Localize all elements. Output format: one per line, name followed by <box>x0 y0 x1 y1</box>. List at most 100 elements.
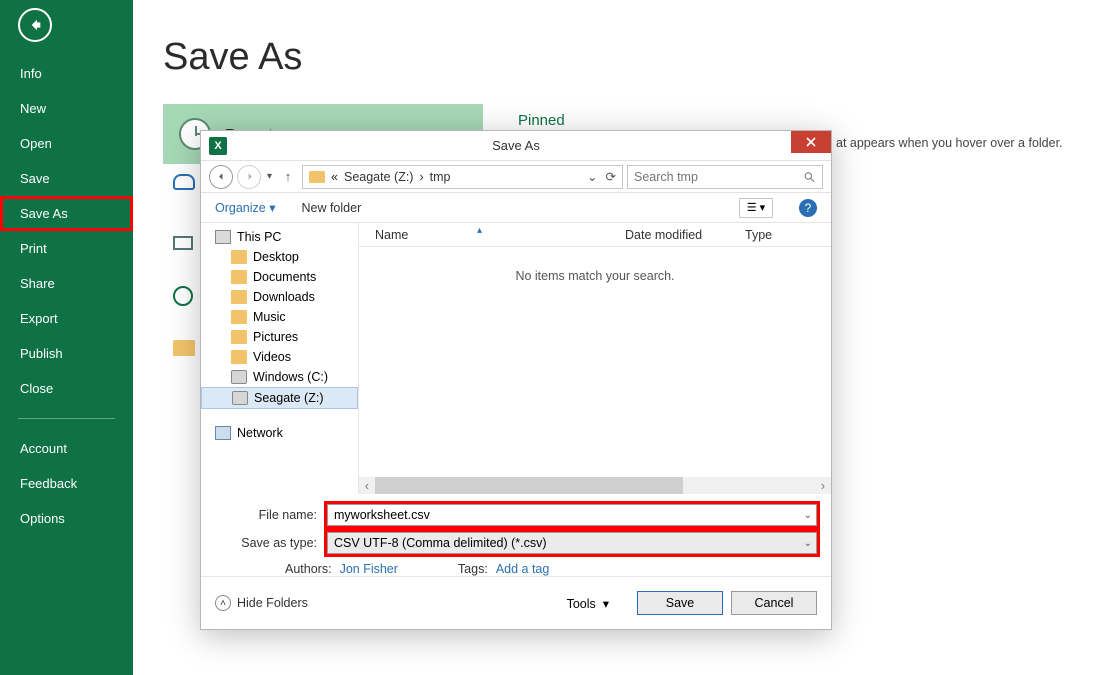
dialog-toolbar: Organize ▾ New folder ☰ ▾ ? <box>201 193 831 223</box>
folder-tree: This PC Desktop Documents Downloads Musi… <box>201 223 359 494</box>
dialog-navbar: ▾ ↑ « Seagate (Z:) › tmp ⌄ ⟳ <box>201 161 831 193</box>
search-input[interactable] <box>634 170 799 184</box>
pin-hover-hint: at appears when you hover over a folder. <box>836 136 1063 150</box>
column-headers: Name▴ Date modified Type <box>359 223 831 247</box>
file-list-area: Name▴ Date modified Type No items match … <box>359 223 831 494</box>
folder-icon <box>231 350 247 364</box>
sidebar-item-export[interactable]: Export <box>0 301 133 336</box>
authors-value[interactable]: Jon Fisher <box>340 562 398 576</box>
add-a-place-icon[interactable] <box>173 286 193 306</box>
dialog-body: This PC Desktop Documents Downloads Musi… <box>201 223 831 494</box>
tags-value[interactable]: Add a tag <box>496 562 550 576</box>
scroll-left-button[interactable]: ‹ <box>359 479 375 493</box>
savetype-value: CSV UTF-8 (Comma delimited) (*.csv) <box>334 536 547 550</box>
help-button[interactable]: ? <box>799 199 817 217</box>
tree-this-pc[interactable]: This PC <box>201 227 358 247</box>
view-options-button[interactable]: ☰ ▾ <box>739 198 773 218</box>
column-type[interactable]: Type <box>737 228 780 242</box>
sidebar-item-save[interactable]: Save <box>0 161 133 196</box>
breadcrumb-tmp[interactable]: tmp <box>430 170 451 184</box>
scroll-track[interactable] <box>375 477 815 494</box>
folder-icon <box>309 171 325 183</box>
sidebar-item-share[interactable]: Share <box>0 266 133 301</box>
breadcrumb-seagate[interactable]: Seagate (Z:) <box>344 170 413 184</box>
sidebar-item-print[interactable]: Print <box>0 231 133 266</box>
address-bar[interactable]: « Seagate (Z:) › tmp ⌄ ⟳ <box>302 165 623 189</box>
filename-value: myworksheet.csv <box>334 508 430 522</box>
column-modified[interactable]: Date modified <box>617 228 737 242</box>
sidebar-item-save-as[interactable]: Save As <box>0 196 133 231</box>
folder-icon <box>231 290 247 304</box>
filename-label: File name: <box>215 508 327 522</box>
tree-windows-c[interactable]: Windows (C:) <box>201 367 358 387</box>
tools-menu[interactable]: Tools ▾ <box>567 596 609 611</box>
arrow-left-icon <box>27 17 43 33</box>
tree-videos[interactable]: Videos <box>201 347 358 367</box>
scroll-right-button[interactable]: › <box>815 479 831 493</box>
nav-back-button[interactable] <box>209 165 233 189</box>
this-pc-icon[interactable] <box>173 236 193 250</box>
organize-menu[interactable]: Organize ▾ <box>215 200 275 215</box>
cancel-button[interactable]: Cancel <box>731 591 817 615</box>
tree-downloads[interactable]: Downloads <box>201 287 358 307</box>
arrow-right-icon <box>244 171 255 182</box>
filename-input[interactable]: myworksheet.csv ⌄ <box>327 504 817 526</box>
dialog-close-button[interactable] <box>791 131 831 153</box>
dialog-bottom-bar: ˄ Hide Folders Tools ▾ Save Cancel <box>201 576 831 629</box>
tree-documents[interactable]: Documents <box>201 267 358 287</box>
excel-app-icon: X <box>209 137 227 155</box>
arrow-left-icon <box>216 171 227 182</box>
sidebar-item-close[interactable]: Close <box>0 371 133 406</box>
tree-seagate-z[interactable]: Seagate (Z:) <box>201 387 358 409</box>
sidebar-item-info[interactable]: Info <box>0 56 133 91</box>
scroll-thumb[interactable] <box>375 477 683 494</box>
filename-dropdown-icon[interactable]: ⌄ <box>804 510 812 521</box>
nav-history-dropdown[interactable]: ▾ <box>265 171 274 182</box>
back-button[interactable] <box>18 8 52 42</box>
hide-folders-toggle[interactable]: ˄ Hide Folders <box>215 595 308 611</box>
empty-message: No items match your search. <box>359 269 831 283</box>
column-name[interactable]: Name▴ <box>367 228 617 242</box>
sidebar-menu: Info New Open Save Save As Print Share E… <box>0 56 133 536</box>
sidebar-item-feedback[interactable]: Feedback <box>0 466 133 501</box>
folder-icon <box>231 270 247 284</box>
search-icon <box>803 170 816 184</box>
save-as-dialog: X Save As ▾ ↑ « Seagate (Z:) › tmp ⌄ ⟳ O… <box>200 130 832 630</box>
folder-icon <box>231 250 247 264</box>
authors-label: Authors: <box>285 562 332 576</box>
page-title: Save As <box>163 36 1106 79</box>
savetype-dropdown-icon[interactable]: ⌄ <box>804 538 812 549</box>
folder-icon <box>231 330 247 344</box>
tree-music[interactable]: Music <box>201 307 358 327</box>
nav-forward-button[interactable] <box>237 165 261 189</box>
breadcrumb-sep: › <box>419 170 423 184</box>
horizontal-scrollbar[interactable]: ‹ › <box>359 477 831 494</box>
dialog-fields: File name: myworksheet.csv ⌄ Save as typ… <box>201 494 831 576</box>
address-dropdown[interactable]: ⌄ <box>587 169 597 184</box>
sidebar-item-open[interactable]: Open <box>0 126 133 161</box>
network-icon <box>215 426 231 440</box>
sidebar-item-new[interactable]: New <box>0 91 133 126</box>
search-box[interactable] <box>627 165 823 189</box>
sidebar-item-options[interactable]: Options <box>0 501 133 536</box>
chevron-up-icon: ˄ <box>215 595 231 611</box>
savetype-label: Save as type: <box>215 536 327 550</box>
sidebar-item-account[interactable]: Account <box>0 431 133 466</box>
drive-icon <box>231 370 247 384</box>
browse-folder-icon[interactable] <box>173 340 195 356</box>
dialog-titlebar: X Save As <box>201 131 831 161</box>
onedrive-icon[interactable] <box>173 174 195 190</box>
save-button[interactable]: Save <box>637 591 723 615</box>
dialog-title: Save As <box>201 138 831 153</box>
refresh-button[interactable]: ⟳ <box>606 169 616 184</box>
sidebar-item-publish[interactable]: Publish <box>0 336 133 371</box>
tree-desktop[interactable]: Desktop <box>201 247 358 267</box>
savetype-dropdown[interactable]: CSV UTF-8 (Comma delimited) (*.csv) ⌄ <box>327 532 817 554</box>
tree-pictures[interactable]: Pictures <box>201 327 358 347</box>
tree-network[interactable]: Network <box>201 423 358 443</box>
backstage-sidebar: Info New Open Save Save As Print Share E… <box>0 0 133 675</box>
tags-label: Tags: <box>458 562 488 576</box>
new-folder-button[interactable]: New folder <box>301 201 361 215</box>
metadata-row: Authors: Jon Fisher Tags: Add a tag <box>215 562 817 576</box>
nav-up-button[interactable]: ↑ <box>278 169 298 184</box>
